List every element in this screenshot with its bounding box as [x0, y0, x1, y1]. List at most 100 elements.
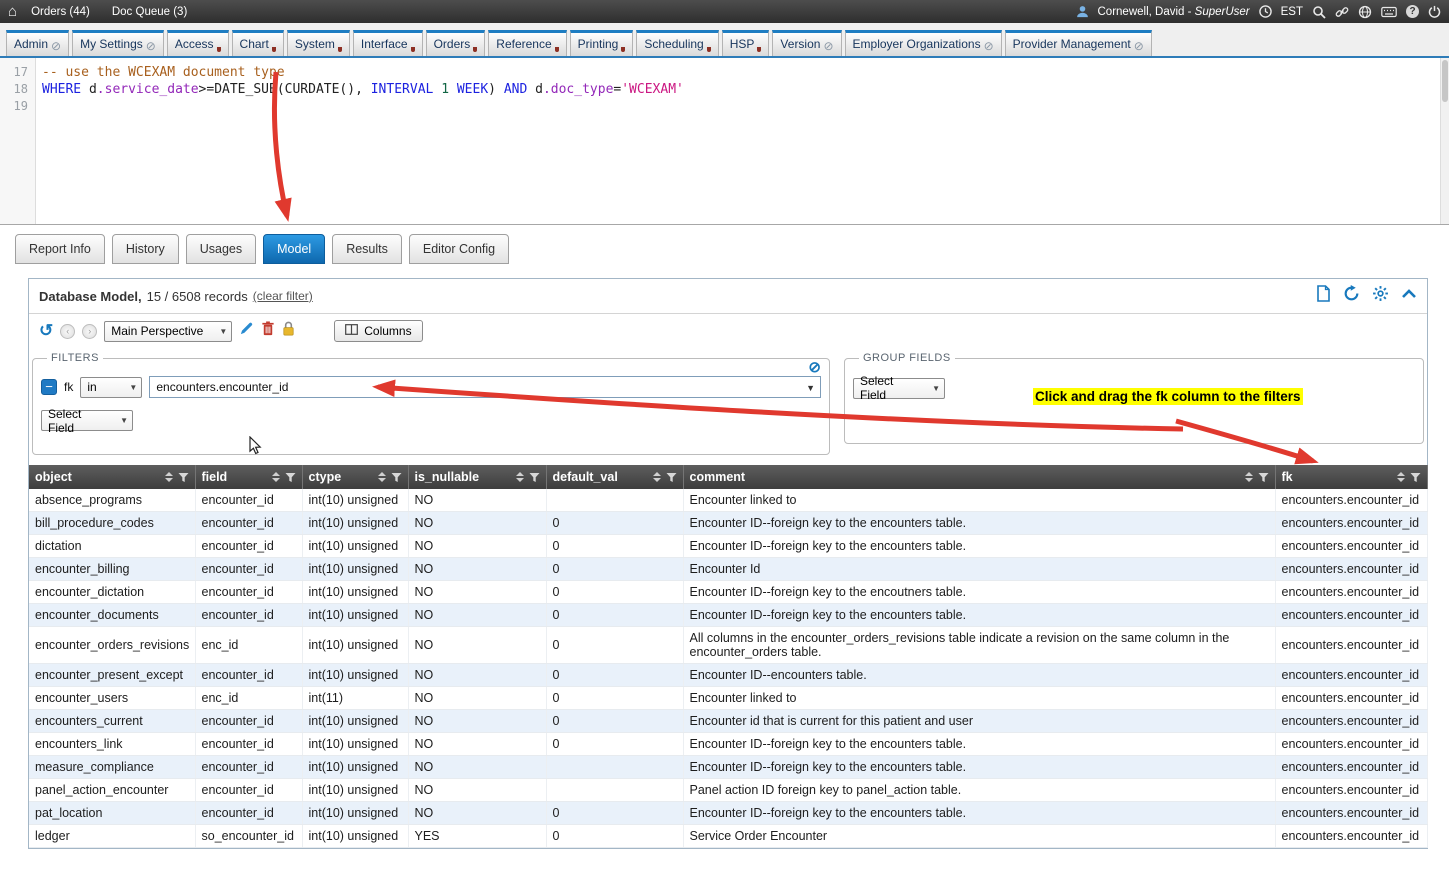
nav-tab-access[interactable]: Access [167, 30, 229, 56]
topbar-link-orders-44-[interactable]: Orders (44) [31, 6, 90, 18]
cell-comment: Encounter linked to [683, 687, 1275, 710]
refresh-icon[interactable] [1343, 285, 1360, 307]
filter-funnel-icon[interactable] [666, 472, 677, 483]
timezone-label[interactable]: EST [1281, 6, 1303, 18]
column-header-default-val[interactable]: default_val [546, 465, 683, 489]
sort-icon[interactable] [516, 472, 524, 482]
gear-icon[interactable] [1372, 285, 1389, 307]
nav-tab-hsp[interactable]: HSP [722, 30, 770, 56]
columns-button[interactable]: Columns [334, 320, 422, 342]
clear-filter-link[interactable]: (clear filter) [253, 289, 313, 303]
filter-funnel-icon[interactable] [391, 472, 402, 483]
power-icon[interactable] [1428, 5, 1441, 18]
group-field-select[interactable]: Select Field▼ [853, 378, 945, 399]
filter-value-combobox[interactable]: ▼ [149, 376, 821, 398]
filter-funnel-icon[interactable] [178, 472, 189, 483]
search-icon[interactable] [1312, 5, 1326, 19]
nav-tab-reference[interactable]: Reference [488, 30, 566, 56]
table-row[interactable]: encounters_currentencounter_idint(10) un… [29, 710, 1427, 733]
link-icon[interactable] [1335, 5, 1349, 19]
perspective-select[interactable]: Main Perspective▼ [104, 321, 232, 342]
column-header-fk[interactable]: fk [1275, 465, 1427, 489]
tab-editor-config[interactable]: Editor Config [409, 234, 509, 264]
column-header-comment[interactable]: comment [683, 465, 1275, 489]
nav-tab-admin[interactable]: Admin⊘ [6, 30, 69, 56]
keyboard-icon[interactable] [1381, 6, 1397, 18]
table-row[interactable]: encounter_usersenc_idint(11)NO0Encounter… [29, 687, 1427, 710]
main-nav: Admin⊘My Settings⊘AccessChartSystemInter… [0, 23, 1449, 58]
database-model-panel: Database Model, 15 / 6508 records (clear… [28, 278, 1428, 849]
delete-trash-icon[interactable] [261, 321, 275, 341]
globe-icon[interactable] [1358, 5, 1372, 19]
cell-default-val: 0 [546, 535, 683, 558]
table-row[interactable]: measure_complianceencounter_idint(10) un… [29, 756, 1427, 779]
filter-funnel-icon[interactable] [1258, 472, 1269, 483]
lock-icon[interactable] [282, 321, 295, 341]
sql-editor[interactable]: 171819 -- use the WCEXAM document typeWH… [0, 58, 1449, 225]
help-icon[interactable]: ? [1406, 5, 1419, 18]
nav-tab-chart[interactable]: Chart [232, 30, 284, 56]
table-row[interactable]: encounter_documentsencounter_idint(10) u… [29, 604, 1427, 627]
code-area[interactable]: -- use the WCEXAM document typeWHERE d.s… [36, 58, 1449, 224]
next-perspective-button[interactable]: › [82, 324, 97, 339]
nav-tab-orders[interactable]: Orders [426, 30, 486, 56]
tab-history[interactable]: History [112, 234, 179, 264]
nav-tab-employer-organizations[interactable]: Employer Organizations⊘ [845, 30, 1002, 56]
table-row[interactable]: dictationencounter_idint(10) unsignedNO0… [29, 535, 1427, 558]
table-row[interactable]: absence_programsencounter_idint(10) unsi… [29, 489, 1427, 512]
table-row[interactable]: encounter_billingencounter_idint(10) uns… [29, 558, 1427, 581]
database-model-table: objectfieldctypeis_nullabledefault_valco… [29, 465, 1428, 848]
popout-icon[interactable]: ⊘ [1134, 41, 1144, 51]
nav-tab-my-settings[interactable]: My Settings⊘ [72, 30, 164, 56]
filter-operator-select[interactable]: in▼ [80, 377, 142, 398]
filter-funnel-icon[interactable] [529, 472, 540, 483]
table-row[interactable]: encounters_linkencounter_idint(10) unsig… [29, 733, 1427, 756]
nav-tab-scheduling[interactable]: Scheduling [636, 30, 718, 56]
tab-results[interactable]: Results [332, 234, 402, 264]
column-header-is-nullable[interactable]: is_nullable [408, 465, 546, 489]
table-row[interactable]: encounter_orders_revisionsenc_idint(10) … [29, 627, 1427, 664]
sort-icon[interactable] [1245, 472, 1253, 482]
sort-icon[interactable] [1397, 472, 1405, 482]
add-filter-field-select[interactable]: Select Field▼ [41, 410, 133, 431]
table-row[interactable]: panel_action_encounterencounter_idint(10… [29, 779, 1427, 802]
popout-icon[interactable]: ⊘ [823, 41, 833, 51]
topbar-link-doc-queue-3-[interactable]: Doc Queue (3) [112, 6, 187, 18]
remove-filter-button[interactable]: − [41, 379, 57, 395]
undo-icon[interactable]: ↺ [39, 324, 53, 338]
nav-tab-system[interactable]: System [287, 30, 350, 56]
sort-icon[interactable] [165, 472, 173, 482]
tab-report-info[interactable]: Report Info [15, 234, 105, 264]
column-header-field[interactable]: field [195, 465, 302, 489]
collapse-icon[interactable] [1401, 287, 1417, 305]
edit-pencil-icon[interactable] [239, 321, 254, 341]
scrollbar-thumb[interactable] [1442, 60, 1448, 102]
filter-funnel-icon[interactable] [1410, 472, 1421, 483]
popout-icon[interactable]: ⊘ [51, 41, 61, 51]
tab-model[interactable]: Model [263, 234, 325, 264]
nav-tab-provider-management[interactable]: Provider Management⊘ [1005, 30, 1152, 56]
table-row[interactable]: encounter_present_exceptencounter_idint(… [29, 664, 1427, 687]
nav-tab-interface[interactable]: Interface [353, 30, 423, 56]
sort-icon[interactable] [653, 472, 661, 482]
table-row[interactable]: encounter_dictationencounter_idint(10) u… [29, 581, 1427, 604]
column-header-object[interactable]: object [29, 465, 195, 489]
clear-filters-icon[interactable]: ⊘ [808, 361, 821, 375]
nav-tab-printing[interactable]: Printing [570, 30, 634, 56]
popout-icon[interactable]: ⊘ [984, 41, 994, 51]
column-header-ctype[interactable]: ctype [302, 465, 408, 489]
document-icon[interactable] [1316, 285, 1331, 307]
table-row[interactable]: bill_procedure_codesencounter_idint(10) … [29, 512, 1427, 535]
nav-tab-version[interactable]: Version⊘ [772, 30, 841, 56]
sort-icon[interactable] [272, 472, 280, 482]
table-row[interactable]: ledgerso_encounter_idint(10) unsignedYES… [29, 825, 1427, 848]
sort-icon[interactable] [378, 472, 386, 482]
table-row[interactable]: pat_locationencounter_idint(10) unsigned… [29, 802, 1427, 825]
tab-usages[interactable]: Usages [186, 234, 256, 264]
home-icon[interactable]: ⌂ [8, 3, 17, 20]
popout-icon[interactable]: ⊘ [146, 41, 156, 51]
prev-perspective-button[interactable]: ‹ [60, 324, 75, 339]
editor-scrollbar[interactable] [1440, 58, 1449, 224]
filter-value-input[interactable] [149, 376, 821, 398]
filter-funnel-icon[interactable] [285, 472, 296, 483]
